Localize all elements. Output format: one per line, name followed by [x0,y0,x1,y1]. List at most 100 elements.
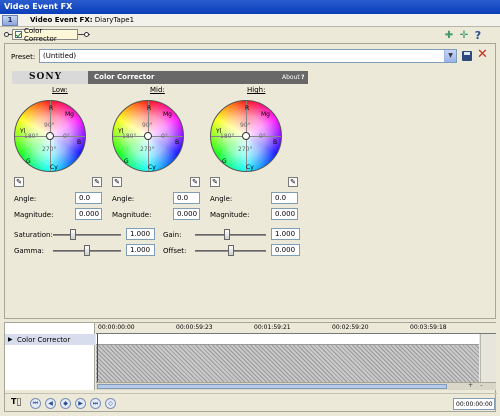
mid-angle-label: Angle: [112,195,135,203]
save-preset-icon[interactable] [462,51,472,61]
gain-slider-track[interactable] [195,234,266,236]
ruler-tick-label: 00:00:00:00 [98,324,135,331]
plugin-chain-icon[interactable]: ✚ [443,30,455,41]
delete-preset-icon[interactable]: ✕ [477,47,488,62]
wheel-center-handle[interactable] [144,132,152,140]
wheel-cy-label: Cy [246,164,254,171]
window-title: Video Event FX [4,2,73,11]
expand-arrow-icon[interactable]: ▶ [8,336,13,343]
low-magnitude-input[interactable]: 0.000 [75,208,102,220]
horizontal-scrollbar[interactable] [96,382,496,390]
wheel-deg0-label: 0° [259,133,266,140]
gamma-input[interactable]: 1.000 [126,244,155,256]
gain-input[interactable]: 1.000 [271,228,300,240]
low-magnitude-label: Magnitude: [14,211,54,219]
high-magnitude-label: Magnitude: [210,211,250,219]
zoom-out-button[interactable]: - [478,383,485,389]
eyedropper-high-left-icon[interactable]: ✎ [210,177,220,187]
track-row-color-corrector[interactable]: ▶ Color Corrector [5,334,95,345]
wheel-cy-label: Cy [50,164,58,171]
eyedropper-low-left-icon[interactable]: ✎ [14,177,24,187]
fx-header-bar: 1 Video Event FX: DiaryTape1 [0,14,500,27]
eyedropper-high-right-icon[interactable]: ✎ [288,177,298,187]
high-magnitude-input[interactable]: 0.000 [271,208,298,220]
preset-label: Preset: [11,53,36,61]
ruler-tick-label: 00:03:59:18 [410,324,447,331]
zoom-in-button[interactable]: + [467,383,474,389]
gain-label: Gain: [163,231,182,239]
saturation-slider-thumb[interactable] [70,229,77,240]
about-link[interactable]: About [282,74,300,81]
sony-logo: SONY [12,71,88,84]
horizontal-scroll-thumb[interactable] [97,384,447,389]
eyedropper-low-right-icon[interactable]: ✎ [92,177,102,187]
plugin-chip-label: Color Corrector [23,26,57,43]
wheel-b-label: B [77,139,82,146]
wheel-b-label: B [175,139,180,146]
wheel-deg180-label: 180° [122,133,137,140]
saturation-slider-track[interactable] [53,234,121,236]
wheel-mg-label: Mg [261,111,270,118]
next-keyframe-icon[interactable]: ▶ [75,398,86,409]
fx-title-label: Video Event FX: [30,16,93,24]
delete-keyframe-icon[interactable]: ◇ [105,398,116,409]
eyedropper-mid-right-icon[interactable]: ✎ [190,177,200,187]
vertical-scrollbar[interactable] [480,334,496,382]
plugin-chip-color-corrector[interactable]: Color Corrector [12,26,78,43]
gamma-label: Gamma: [14,247,44,255]
wheel-center-handle[interactable] [242,132,250,140]
plugin-enable-checkbox[interactable] [15,31,22,38]
wheel-r-label: R [147,105,152,112]
fx-title: Video Event FX: DiaryTape1 [30,16,134,24]
remove-plugin-icon[interactable]: ✛ [458,30,470,41]
low-color-wheel[interactable]: 90° 180° 0° 270° R Mg B Cy G Yl [14,100,86,172]
saturation-input[interactable]: 1.000 [126,228,155,240]
wheel-yl-label: Yl [216,128,222,135]
timecode-display[interactable]: 00:00:00:00 [453,398,495,410]
gamma-slider-thumb[interactable] [84,245,90,256]
wheel-yl-label: Yl [118,128,124,135]
add-keyframe-icon[interactable]: ◆ [60,398,71,409]
wheel-g-label: G [124,158,129,165]
offset-input[interactable]: 0.000 [271,244,300,256]
wheel-deg180-label: 180° [24,133,39,140]
first-keyframe-icon[interactable]: ⏮ [30,398,41,409]
plugin-panel: Preset: (Untitled) ▼ ✕ SONY Color Correc… [4,43,496,319]
time-ruler[interactable]: 00:00:00:00 00:00:59:23 00:01:59:21 00:0… [96,323,496,334]
mid-magnitude-input[interactable]: 0.000 [173,208,200,220]
keyframe-lane[interactable] [96,334,479,345]
previous-keyframe-icon[interactable]: ◀ [45,398,56,409]
wheel-deg0-label: 0° [63,133,70,140]
wheel-b-label: B [273,139,278,146]
plugin-help-link[interactable]: ? [301,74,304,81]
wheel-r-label: R [245,105,250,112]
fx-title-media: DiaryTape1 [92,16,135,24]
low-angle-label: Angle: [14,195,37,203]
track-row-label: Color Corrector [17,336,71,344]
high-wheel-label: High: [247,86,266,94]
preset-dropdown[interactable]: (Untitled) ▼ [39,49,457,63]
wheel-deg270-label: 270° [42,146,57,153]
offset-slider-thumb[interactable] [227,245,234,256]
wheel-deg90-label: 90° [240,122,251,129]
mid-angle-input[interactable]: 0.0 [173,192,200,204]
high-angle-input[interactable]: 0.0 [271,192,298,204]
wheel-deg270-label: 270° [140,146,155,153]
wheel-cy-label: Cy [148,164,156,171]
chain-end-node [84,32,89,37]
wheel-deg90-label: 90° [142,122,153,129]
help-icon[interactable]: ? [472,30,484,41]
wheel-deg270-label: 270° [238,146,253,153]
wheel-mg-label: Mg [163,111,172,118]
gain-slider-thumb[interactable] [223,229,230,240]
mid-color-wheel[interactable]: 90° 180° 0° 270° R Mg B Cy G Yl [112,100,184,172]
chevron-down-icon[interactable]: ▼ [444,50,456,62]
eyedropper-mid-left-icon[interactable]: ✎ [112,177,122,187]
high-color-wheel[interactable]: 90° 180° 0° 270° R Mg B Cy G Yl [210,100,282,172]
wheel-yl-label: Yl [20,128,26,135]
sync-cursor-icon[interactable]: T⃝ [11,397,23,409]
low-angle-input[interactable]: 0.0 [75,192,102,204]
wheel-center-handle[interactable] [46,132,54,140]
fx-index-badge[interactable]: 1 [2,15,18,26]
last-keyframe-icon[interactable]: ⏭ [90,398,101,409]
